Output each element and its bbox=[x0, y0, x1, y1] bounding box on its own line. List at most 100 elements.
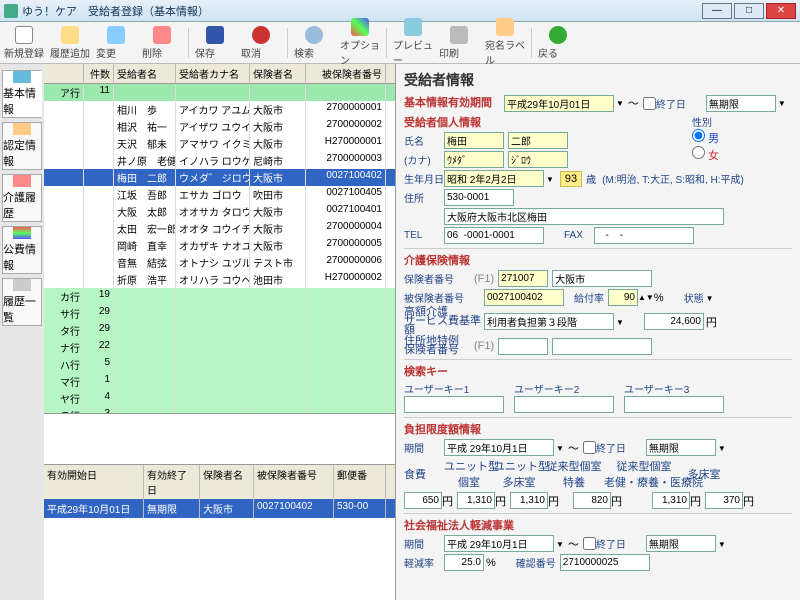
maximize-button[interactable]: □ bbox=[734, 3, 764, 19]
new-button[interactable]: 新規登録 bbox=[2, 24, 46, 62]
sei-input[interactable] bbox=[444, 132, 504, 149]
preview-button[interactable]: プレビュー bbox=[391, 16, 435, 69]
dropdown-icon[interactable] bbox=[704, 292, 714, 304]
table-row[interactable]: 江坂 吾郎エサカ ゴロウ吹田市0027100405 bbox=[44, 186, 395, 203]
history-grid: 有効開始日有効終了日 保険者名被保険者番号 郵便番 平成29年10月01日無期限… bbox=[44, 464, 395, 518]
toolbar: 新規登録 履歴追加 変更 削除 保存 取消 検索 オプション プレビュー 印刷 … bbox=[0, 22, 800, 64]
table-row[interactable]: ラ行3 bbox=[44, 407, 395, 414]
table-row[interactable]: ア行11 bbox=[44, 84, 395, 101]
dob-input[interactable] bbox=[444, 170, 544, 187]
period-end-check[interactable] bbox=[643, 97, 656, 110]
mei-kana-input[interactable] bbox=[508, 151, 568, 168]
table-row[interactable]: 音無 結弦オトナシ ユヅルテスト市2700000006 bbox=[44, 254, 395, 271]
limit-start-input[interactable] bbox=[444, 439, 554, 456]
recipient-list: 件数 受給者名受給者カナ名 保険者名被保険者番号 ア行11相川 歩アイカワ アユ… bbox=[44, 64, 396, 600]
side-tabs: 基本情報 認定情報 介護履歴 公費情報 履歴一覧 bbox=[0, 64, 44, 600]
kogaku-amt[interactable] bbox=[644, 313, 704, 330]
dropdown-icon[interactable] bbox=[614, 316, 624, 328]
kogaku-select[interactable] bbox=[484, 313, 614, 330]
grid-header: 件数 受給者名受給者カナ名 保険者名被保険者番号 bbox=[44, 64, 395, 84]
userkey2-input[interactable] bbox=[514, 396, 614, 413]
kyufu-input[interactable] bbox=[608, 289, 638, 306]
tab-basic[interactable]: 基本情報 bbox=[2, 70, 42, 118]
age-display: 93 bbox=[560, 171, 582, 187]
dropdown-icon[interactable] bbox=[544, 173, 554, 185]
dropdown-icon[interactable] bbox=[716, 442, 726, 454]
table-row[interactable]: 太田 宏一郎オオタ コウイチロウ大阪市2700000004 bbox=[44, 220, 395, 237]
table-row[interactable]: 天沢 郁未アマサワ イクミ大阪市H270000001 bbox=[44, 135, 395, 152]
table-row[interactable]: ヤ行4 bbox=[44, 390, 395, 407]
label-button[interactable]: 宛名ラベル bbox=[483, 16, 527, 69]
sex-male-radio[interactable] bbox=[692, 129, 705, 142]
table-row[interactable]: 相川 歩アイカワ アユム大阪市2700000001 bbox=[44, 101, 395, 118]
table-row[interactable]: タ行29 bbox=[44, 322, 395, 339]
table-row[interactable]: カ行19 bbox=[44, 288, 395, 305]
t-input[interactable] bbox=[705, 492, 743, 509]
table-row[interactable]: マ行1 bbox=[44, 373, 395, 390]
zip-input[interactable] bbox=[444, 189, 514, 206]
j2-input[interactable] bbox=[652, 492, 690, 509]
table-row[interactable]: 折原 浩平オリハラ コウヘイ池田市H270000002 bbox=[44, 271, 395, 288]
tel-input[interactable] bbox=[444, 227, 544, 244]
rate-input[interactable] bbox=[444, 554, 484, 571]
close-button[interactable]: ✕ bbox=[766, 3, 796, 19]
limit-end-check[interactable] bbox=[583, 441, 596, 454]
table-row[interactable]: サ行29 bbox=[44, 305, 395, 322]
search-button[interactable]: 検索 bbox=[292, 24, 336, 62]
u1-input[interactable] bbox=[457, 492, 495, 509]
tokure-input[interactable] bbox=[498, 338, 548, 355]
period-start-input[interactable] bbox=[504, 95, 614, 112]
mei-input[interactable] bbox=[508, 132, 568, 149]
j1-input[interactable] bbox=[573, 492, 611, 509]
add-history-button[interactable]: 履歴追加 bbox=[48, 24, 92, 62]
option-button[interactable]: オプション bbox=[338, 16, 382, 69]
table-row[interactable]: 梅田 二郎ウメダ゛ ジロウ大阪市0027100402 bbox=[44, 169, 395, 186]
addr-input[interactable] bbox=[444, 208, 724, 225]
limit-end-input[interactable] bbox=[646, 439, 716, 456]
print-icon bbox=[450, 26, 468, 44]
minimize-button[interactable]: — bbox=[702, 3, 732, 19]
userkey3-input[interactable] bbox=[624, 396, 724, 413]
food-input[interactable] bbox=[404, 492, 442, 509]
print-button[interactable]: 印刷 bbox=[437, 24, 481, 62]
dropdown-icon[interactable] bbox=[554, 538, 564, 550]
table-row[interactable]: 井ノ原 老健イノハラ ロウケン尼崎市2700000003 bbox=[44, 152, 395, 169]
table-row[interactable]: 相沢 祐一アイザワ ユウイチ大阪市2700000002 bbox=[44, 118, 395, 135]
delete-button[interactable]: 削除 bbox=[140, 24, 184, 62]
table-row[interactable]: ナ行22 bbox=[44, 339, 395, 356]
userkey1-input[interactable] bbox=[404, 396, 504, 413]
preview-icon bbox=[404, 18, 422, 36]
save-button[interactable]: 保存 bbox=[193, 24, 237, 62]
tab-history[interactable]: 履歴一覧 bbox=[2, 278, 42, 326]
welfare-end-input[interactable] bbox=[646, 535, 716, 552]
tab-kaigo[interactable]: 介護履歴 bbox=[2, 174, 42, 222]
list-icon bbox=[13, 279, 31, 291]
sei-kana-input[interactable] bbox=[444, 151, 504, 168]
confirm-input[interactable] bbox=[560, 554, 650, 571]
back-button[interactable]: 戻る bbox=[536, 24, 580, 62]
period-end-input[interactable] bbox=[706, 95, 776, 112]
u2-input[interactable] bbox=[510, 492, 548, 509]
panel-title: 受給者情報 bbox=[404, 70, 792, 90]
dropdown-icon[interactable] bbox=[614, 97, 624, 109]
sex-female-radio[interactable] bbox=[692, 146, 705, 159]
dropdown-icon[interactable] bbox=[776, 97, 786, 109]
welfare-start-input[interactable] bbox=[444, 535, 554, 552]
table-row[interactable]: 岡崎 直幸オカザキ ナオユキ大阪市2700000005 bbox=[44, 237, 395, 254]
hihokensha-input[interactable] bbox=[484, 289, 564, 306]
search-icon bbox=[305, 26, 323, 44]
tokure-name bbox=[552, 338, 652, 355]
dropdown-icon[interactable] bbox=[716, 538, 726, 550]
dropdown-icon[interactable] bbox=[554, 442, 564, 454]
tab-kohi[interactable]: 公費情報 bbox=[2, 226, 42, 274]
tab-nintei[interactable]: 認定情報 bbox=[2, 122, 42, 170]
edit-button[interactable]: 変更 bbox=[94, 24, 138, 62]
hokensha-input[interactable] bbox=[498, 270, 548, 287]
table-row[interactable]: ハ行5 bbox=[44, 356, 395, 373]
cancel-button[interactable]: 取消 bbox=[239, 24, 283, 62]
table-row[interactable]: 大阪 太郎オオサカ タロウ大阪市0027100401 bbox=[44, 203, 395, 220]
welfare-end-check[interactable] bbox=[583, 537, 596, 550]
fax-input[interactable] bbox=[594, 227, 694, 244]
option-icon bbox=[351, 18, 369, 36]
history-row[interactable]: 平成29年10月01日無期限 大阪市0027100402 530-00 bbox=[44, 499, 395, 518]
